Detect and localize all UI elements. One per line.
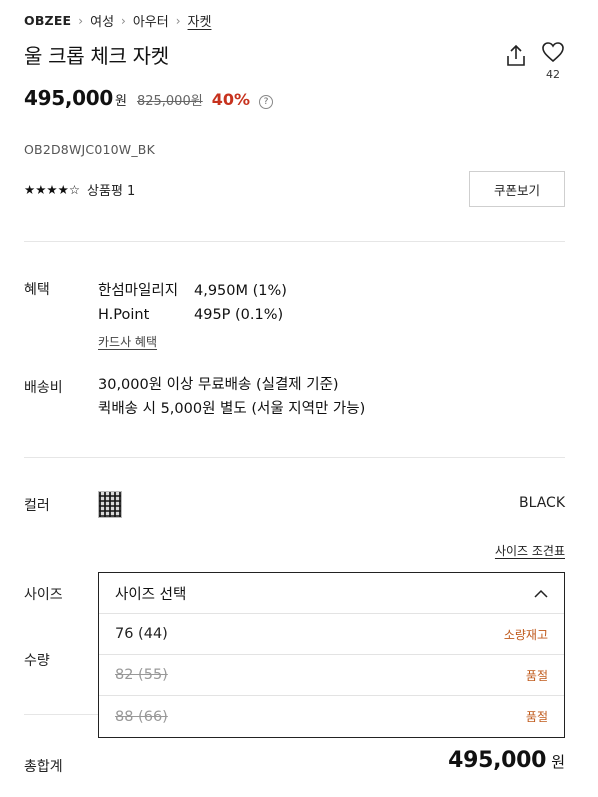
divider — [24, 241, 565, 242]
size-option-76[interactable]: 76 (44) 소량재고 — [99, 614, 564, 655]
size-select-toggle[interactable]: 사이즈 선택 — [99, 573, 564, 614]
breadcrumb: OBZEE › 여성 › 아우터 › 자켓 — [24, 11, 211, 30]
total-currency: 원 — [551, 753, 565, 771]
breadcrumb-item-women[interactable]: 여성 — [90, 11, 114, 30]
shipping-line: 30,000원 이상 무료배송 (실결제 기준) — [98, 377, 339, 393]
rating-row: ★★★★☆ 상품평 1 — [24, 180, 135, 199]
like-count: 42 — [546, 68, 560, 81]
breadcrumb-item-outer[interactable]: 아우터 — [133, 11, 169, 30]
size-option-88[interactable]: 88 (66) 품절 — [99, 696, 564, 737]
discount-rate: 40% — [211, 90, 250, 109]
benefit-row-mileage: 한섬마일리지 4,950M (1%) — [98, 279, 287, 303]
card-benefit-link[interactable]: 카드사 혜택 — [98, 333, 157, 350]
currency-unit: 원 — [115, 94, 127, 109]
benefit-value: 4,950M (1%) — [194, 283, 287, 299]
total-label: 총합계 — [24, 759, 63, 775]
share-icon — [507, 44, 525, 66]
sale-price: 495,000 — [24, 86, 113, 110]
shipping-info: 30,000원 이상 무료배송 (실결제 기준) 퀵배송 시 5,000원 별도… — [98, 373, 365, 421]
chevron-right-icon: › — [78, 13, 84, 28]
share-button[interactable] — [502, 42, 530, 70]
divider — [24, 714, 98, 715]
stock-status: 소량재고 — [503, 627, 548, 642]
info-icon[interactable]: ? — [258, 95, 273, 109]
benefit-row-hpoint: H.Point 495P (0.1%) — [98, 303, 287, 327]
quantity-label: 수량 — [24, 653, 50, 669]
total-price: 495,000 — [448, 748, 547, 773]
shipping-line: 퀵배송 시 5,000원 별도 (서울 지역만 가능) — [98, 401, 366, 417]
color-label: 컬러 — [24, 498, 50, 514]
size-label: 사이즈 — [24, 587, 63, 603]
total-price-row: 495,000 원 — [400, 748, 565, 773]
size-chart-link[interactable]: 사이즈 조견표 — [450, 542, 565, 559]
size-option-value: 88 (66) — [115, 708, 168, 725]
breadcrumb-item-jacket[interactable]: 자켓 — [188, 11, 212, 30]
size-select-placeholder: 사이즈 선택 — [115, 586, 187, 603]
benefit-name: 한섬마일리지 — [98, 283, 179, 299]
chevron-up-icon — [534, 589, 548, 598]
price-row: 495,000 원 825,000원 40% ? — [24, 86, 273, 110]
product-code: OB2D8WJC010W_BK — [24, 142, 155, 157]
stock-status: 품절 — [525, 710, 548, 724]
product-title: 울 크롭 체크 자켓 — [24, 44, 169, 68]
color-swatch-black[interactable] — [98, 491, 122, 518]
size-dropdown[interactable]: 사이즈 선택 76 (44) 소량재고 82 (55) 품절 88 (66) 품… — [98, 572, 565, 738]
breadcrumb-brand[interactable]: OBZEE — [24, 13, 71, 28]
stock-status: 품절 — [525, 668, 548, 683]
size-option-82[interactable]: 82 (55) 품절 — [99, 655, 564, 696]
size-option-value: 82 (55) — [115, 667, 168, 683]
divider — [24, 457, 565, 458]
review-count-link[interactable]: 상품평 1 — [87, 180, 135, 199]
shipping-label: 배송비 — [24, 380, 63, 396]
size-option-value: 76 (44) — [115, 626, 168, 642]
chevron-right-icon: › — [175, 13, 181, 28]
coupon-button[interactable]: 쿠폰보기 — [469, 171, 565, 207]
chevron-right-icon: › — [121, 13, 126, 28]
benefit-label: 혜택 — [24, 282, 50, 298]
heart-icon — [542, 42, 564, 63]
original-price: 825,000원 — [136, 94, 203, 109]
star-rating-icon: ★★★★☆ — [24, 182, 81, 197]
like-button[interactable]: 42 — [538, 41, 568, 85]
benefit-value: 495P (0.1%) — [194, 307, 284, 323]
color-value: BLACK — [518, 495, 565, 511]
benefit-list: 한섬마일리지 4,950M (1%) H.Point 495P (0.1%) — [98, 279, 287, 327]
benefit-name: H.Point — [98, 307, 150, 323]
